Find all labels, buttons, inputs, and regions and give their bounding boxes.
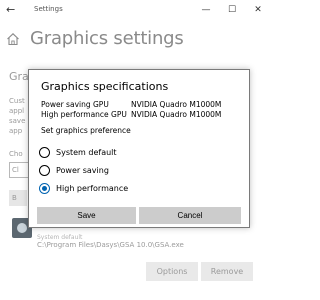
- section-heading: Gra: [9, 70, 29, 83]
- description-line: save: [9, 117, 26, 125]
- graphics-specifications-dialog: Graphics specifications Power saving GPU…: [28, 69, 250, 228]
- browse-button[interactable]: B: [9, 190, 27, 206]
- radio-label: High performance: [56, 183, 129, 193]
- dialog-title: Graphics specifications: [41, 80, 169, 93]
- preference-label: Set graphics preference: [41, 126, 131, 135]
- high-performance-gpu-value: NVIDIA Quadro M1000M: [131, 110, 222, 119]
- power-saving-gpu-label: Power saving GPU: [41, 100, 109, 109]
- description-line: app: [9, 127, 23, 135]
- section-description: Cust appl save app: [9, 96, 25, 136]
- high-performance-gpu-label: High performance GPU: [41, 110, 127, 119]
- app-type-select[interactable]: Cl: [9, 162, 29, 178]
- radio-button[interactable]: [39, 146, 50, 158]
- radio-label: System default: [56, 147, 117, 157]
- options-button[interactable]: Options: [146, 262, 198, 281]
- high-performance-gpu-row: High performance GPU NVIDIA Quadro M1000M: [41, 110, 221, 119]
- choose-label: Cho: [9, 150, 23, 158]
- cancel-button[interactable]: Cancel: [139, 207, 241, 224]
- radio-system-default[interactable]: System default: [39, 145, 117, 159]
- radio-button[interactable]: [39, 164, 50, 176]
- save-button[interactable]: Save: [37, 207, 136, 224]
- description-line: Cust: [9, 97, 25, 105]
- radio-button-selected[interactable]: [39, 182, 50, 194]
- description-line: appl: [9, 107, 25, 115]
- app-preference-text: System default: [37, 234, 83, 241]
- remove-button[interactable]: Remove: [201, 262, 253, 281]
- power-saving-gpu-row: Power saving GPU NVIDIA Quadro M1000M: [41, 100, 221, 109]
- power-saving-gpu-value: NVIDIA Quadro M1000M: [131, 100, 222, 109]
- radio-high-performance[interactable]: High performance: [39, 181, 128, 195]
- radio-power-saving[interactable]: Power saving: [39, 163, 109, 177]
- app-path: C:\Program Files\Dasys\GSA 10.0\GSA.exe: [37, 241, 184, 249]
- radio-label: Power saving: [56, 165, 109, 175]
